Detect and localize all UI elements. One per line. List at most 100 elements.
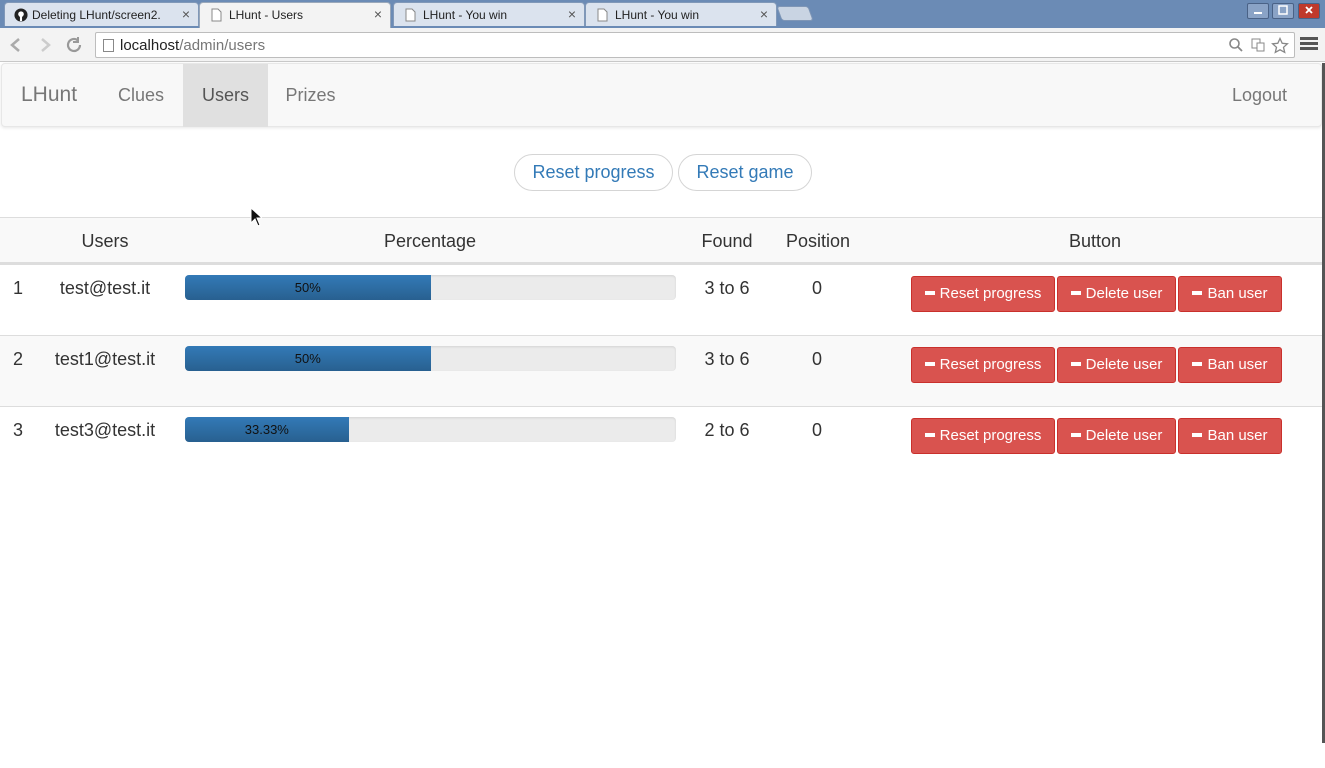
tab-label: Deleting LHunt/screen2. bbox=[32, 8, 161, 22]
nav-users[interactable]: Users bbox=[183, 64, 268, 127]
found-count: 3 to 6 bbox=[704, 349, 750, 369]
progress-fill: 33.33% bbox=[185, 417, 349, 442]
tab-you-win-1[interactable]: LHunt - You win × bbox=[393, 2, 585, 26]
page-icon bbox=[211, 8, 222, 22]
button-label: Reset progress bbox=[939, 427, 1042, 444]
tab-label: LHunt - You win bbox=[423, 8, 508, 22]
minus-icon bbox=[924, 432, 935, 437]
reset-game-button[interactable]: Reset game bbox=[678, 154, 812, 191]
header-found: Found bbox=[701, 231, 753, 251]
address-bar[interactable]: localhost/admin/users bbox=[95, 32, 1295, 58]
translate-icon[interactable] bbox=[1250, 37, 1266, 53]
logout-link[interactable]: Logout bbox=[1217, 64, 1302, 127]
button-label: Delete user bbox=[1085, 427, 1163, 444]
button-label: Reset progress bbox=[939, 356, 1042, 373]
github-icon bbox=[14, 8, 28, 22]
position-value: 0 bbox=[811, 420, 822, 440]
table-row: 2 test1@test.it 50% 3 to 6 0 Reset progr… bbox=[0, 335, 1322, 406]
maximize-icon bbox=[1278, 5, 1288, 15]
button-label: Ban user bbox=[1207, 356, 1268, 373]
minus-icon bbox=[924, 361, 935, 366]
delete-user-button[interactable]: Delete user bbox=[1057, 347, 1176, 383]
tab-github[interactable]: Deleting LHunt/screen2. × bbox=[4, 2, 199, 26]
back-icon[interactable] bbox=[5, 34, 27, 56]
window-close-button[interactable] bbox=[1298, 3, 1320, 19]
button-label: Ban user bbox=[1207, 285, 1268, 302]
minus-icon bbox=[1192, 361, 1203, 366]
button-label: Ban user bbox=[1207, 427, 1268, 444]
button-label: Delete user bbox=[1085, 356, 1163, 373]
nav-prizes[interactable]: Prizes bbox=[268, 64, 353, 127]
close-icon bbox=[1305, 6, 1313, 14]
nav-clues[interactable]: Clues bbox=[101, 64, 181, 127]
delete-user-button[interactable]: Delete user bbox=[1057, 276, 1176, 312]
new-tab-button[interactable] bbox=[776, 6, 814, 21]
minimize-icon bbox=[1254, 12, 1262, 14]
user-email: test3@test.it bbox=[54, 420, 156, 440]
progress-bar: 50% bbox=[185, 346, 676, 371]
delete-user-button[interactable]: Delete user bbox=[1057, 418, 1176, 454]
tab-label: LHunt - Users bbox=[229, 8, 304, 22]
browser-toolbar: localhost/admin/users bbox=[0, 28, 1325, 62]
progress-bar: 33.33% bbox=[185, 417, 676, 442]
reset-progress-all-button[interactable]: Reset progress bbox=[514, 154, 673, 191]
header-users: Users bbox=[81, 231, 129, 251]
ban-user-button[interactable]: Ban user bbox=[1178, 418, 1282, 454]
button-label: Reset progress bbox=[939, 285, 1042, 302]
browser-titlebar: Deleting LHunt/screen2. × LHunt - Users … bbox=[0, 0, 1325, 28]
close-icon[interactable]: × bbox=[374, 6, 382, 22]
zoom-icon[interactable] bbox=[1228, 37, 1244, 53]
reset-progress-button[interactable]: Reset progress bbox=[911, 347, 1055, 383]
close-icon[interactable]: × bbox=[182, 6, 190, 22]
table-row: 3 test3@test.it 33.33% 2 to 6 0 Reset pr… bbox=[0, 406, 1322, 477]
page-icon bbox=[597, 8, 608, 22]
menu-icon[interactable] bbox=[1300, 35, 1318, 53]
site-navbar: LHunt Clues Users Prizes Logout bbox=[1, 63, 1322, 127]
minus-icon bbox=[1070, 290, 1081, 295]
close-icon[interactable]: × bbox=[760, 6, 768, 22]
user-email: test1@test.it bbox=[54, 349, 156, 369]
tab-label: LHunt - You win bbox=[615, 8, 700, 22]
minus-icon bbox=[1192, 290, 1203, 295]
page-icon bbox=[103, 39, 114, 52]
row-index: 2 bbox=[12, 349, 23, 369]
found-count: 2 to 6 bbox=[704, 420, 750, 440]
button-label: Delete user bbox=[1085, 285, 1163, 302]
row-index: 3 bbox=[12, 420, 23, 440]
mouse-cursor-icon bbox=[250, 207, 262, 227]
progress-fill: 50% bbox=[185, 275, 431, 300]
progress-bar: 50% bbox=[185, 275, 676, 300]
user-email: test@test.it bbox=[59, 278, 151, 298]
tab-users[interactable]: LHunt - Users × bbox=[199, 2, 391, 28]
position-value: 0 bbox=[811, 278, 822, 298]
page-icon bbox=[405, 8, 416, 22]
reset-progress-button[interactable]: Reset progress bbox=[911, 418, 1055, 454]
star-icon[interactable] bbox=[1271, 37, 1289, 55]
brand-logo[interactable]: LHunt bbox=[21, 83, 77, 107]
minus-icon bbox=[924, 290, 935, 295]
found-count: 3 to 6 bbox=[704, 278, 750, 298]
row-index: 1 bbox=[12, 278, 23, 298]
ban-user-button[interactable]: Ban user bbox=[1178, 276, 1282, 312]
ban-user-button[interactable]: Ban user bbox=[1178, 347, 1282, 383]
reload-icon[interactable] bbox=[63, 34, 85, 56]
minimize-button[interactable] bbox=[1247, 3, 1269, 19]
tab-you-win-2[interactable]: LHunt - You win × bbox=[585, 2, 777, 26]
table-row: 1 test@test.it 50% 3 to 6 0 Reset progre… bbox=[0, 264, 1322, 335]
forward-icon[interactable] bbox=[34, 34, 56, 56]
minus-icon bbox=[1192, 432, 1203, 437]
header-button: Button bbox=[1068, 231, 1122, 251]
minus-icon bbox=[1070, 432, 1081, 437]
minus-icon bbox=[1070, 361, 1081, 366]
url-path: /admin/users bbox=[179, 37, 266, 54]
maximize-button[interactable] bbox=[1272, 3, 1294, 19]
url-host: localhost bbox=[120, 37, 180, 54]
url-text: localhost/admin/users bbox=[120, 37, 265, 54]
reset-progress-button[interactable]: Reset progress bbox=[911, 276, 1055, 312]
position-value: 0 bbox=[811, 349, 822, 369]
close-icon[interactable]: × bbox=[568, 6, 576, 22]
users-table-header: Users Percentage Found Position Button bbox=[0, 217, 1322, 264]
progress-fill: 50% bbox=[185, 346, 431, 371]
header-position: Position bbox=[785, 231, 851, 251]
header-percentage: Percentage bbox=[383, 231, 477, 251]
